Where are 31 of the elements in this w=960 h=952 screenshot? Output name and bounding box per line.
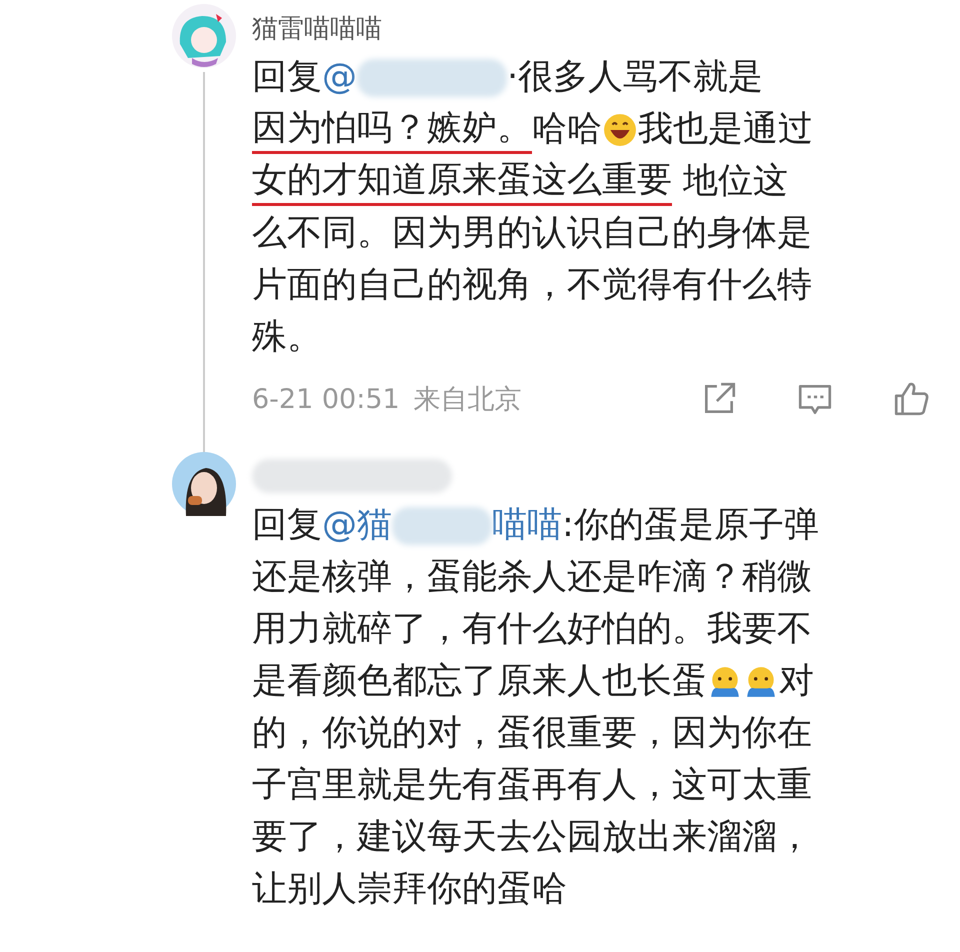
comment-text: 的，你说的对，蛋很重要，因为你在 (252, 712, 812, 756)
comment-text: :你的蛋是原子弹 (562, 504, 819, 548)
comment-text: 要了，建议每天去公园放出来溜溜， (252, 816, 812, 860)
timestamp: 6-21 00:51 (252, 384, 400, 414)
like-icon[interactable] (892, 380, 930, 418)
comment-text: 殊。 (252, 316, 322, 360)
comment-text: 用力就碎了，有什么好怕的。我要不 (252, 608, 812, 652)
comment-text: 我也是通过 (638, 108, 813, 152)
comment-text: 回复 (252, 56, 322, 100)
comment-text: 女的才知道原来蛋这么重要 (252, 158, 672, 206)
comment-text: 对 (779, 660, 814, 704)
comment-text: 让别人崇拜你的蛋哈 (252, 868, 567, 912)
comment-text: 哈哈 (532, 108, 602, 152)
avatar[interactable] (172, 452, 236, 516)
comment-text: 因为怕吗？嫉妒。 (252, 106, 532, 154)
mention-link[interactable]: 喵喵 (492, 503, 562, 549)
face-with-hand-emoji-icon (744, 665, 778, 699)
comment-text: 是看颜色都忘了原来人也长蛋 (252, 660, 707, 704)
comment-text: ·很多人骂不就是 (507, 56, 764, 100)
username[interactable]: 猫雷喵喵喵 (252, 10, 382, 46)
comment-text: 地位这 (682, 160, 788, 204)
mention-link[interactable]: @ (322, 55, 357, 101)
face-with-hand-emoji-icon (708, 665, 742, 699)
mention-link[interactable]: @猫 (322, 503, 392, 549)
comment-text: 么不同。因为男的认识自己的身体是 (252, 212, 812, 256)
comment-text: 子宫里就是先有蛋再有人，这可太重 (252, 764, 812, 808)
comment-text: 回复 (252, 504, 322, 548)
comment-text: 还是核弹，蛋能杀人还是咋滴？稍微 (252, 556, 812, 600)
location-text: 来自北京 (414, 383, 522, 417)
laughing-emoji-icon (603, 113, 637, 147)
comment-text: 片面的自己的视角，不觉得有什么特 (252, 264, 812, 308)
